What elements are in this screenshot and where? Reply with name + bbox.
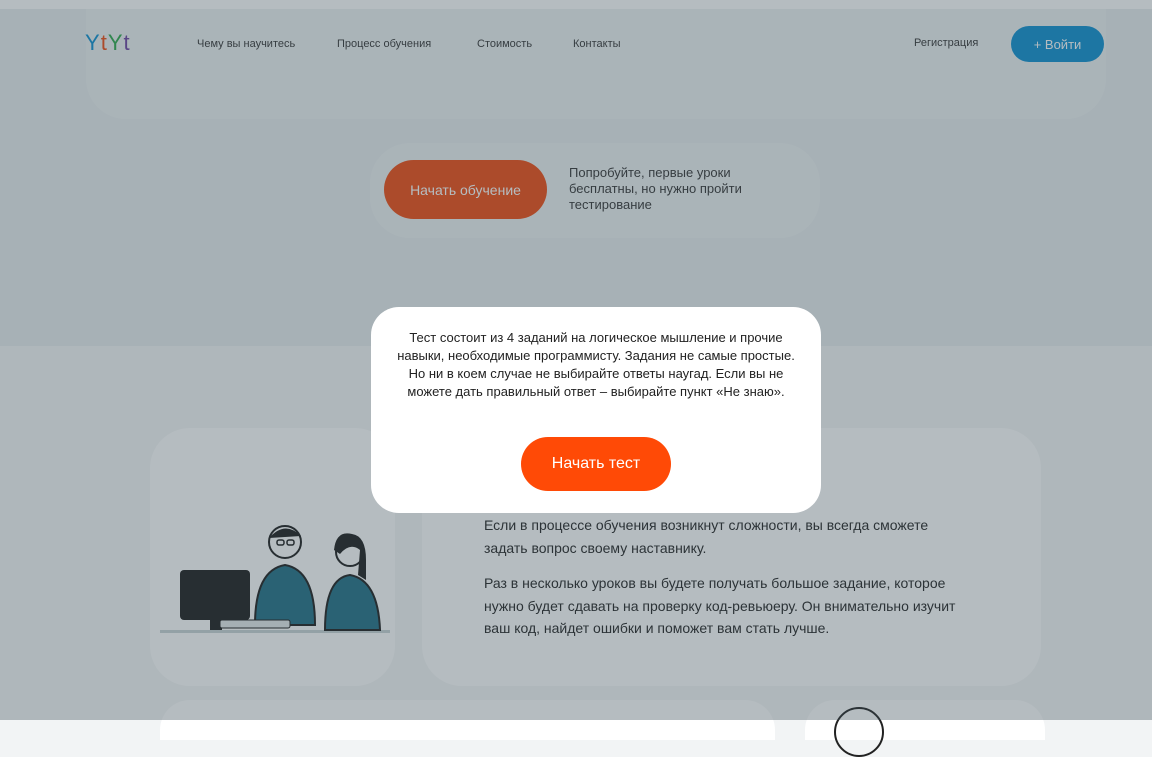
test-modal: Тест состоит из 4 заданий на логическое … — [371, 307, 821, 513]
modal-message: Тест состоит из 4 заданий на логическое … — [397, 330, 795, 399]
start-test-button[interactable]: Начать тест — [521, 437, 671, 491]
